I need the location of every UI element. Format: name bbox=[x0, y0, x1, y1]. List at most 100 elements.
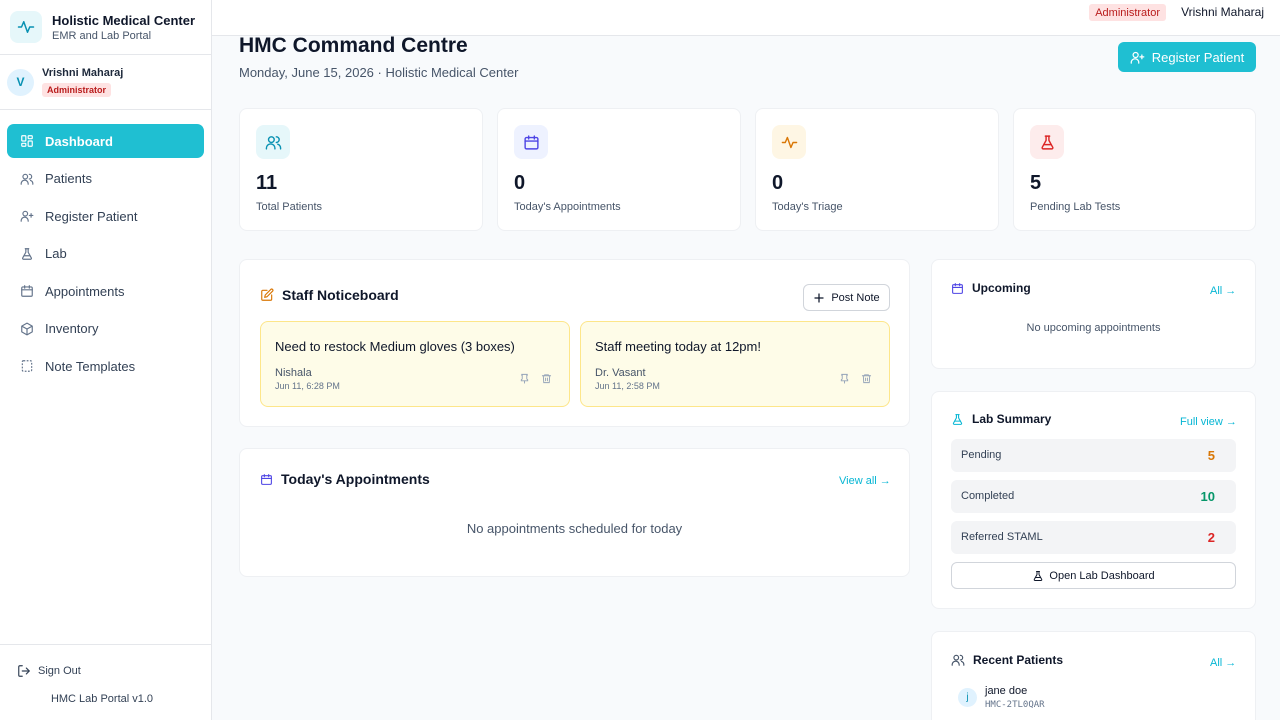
flask-icon bbox=[952, 413, 963, 425]
note-text: Need to restock Medium gloves (3 boxes) bbox=[275, 339, 515, 354]
version-text: HMC Lab Portal v1.0 bbox=[50, 693, 154, 705]
stat-value: 0 bbox=[772, 172, 784, 194]
top-role-badge: Administrator bbox=[1089, 4, 1166, 21]
register-patient-label: Register Patient bbox=[1151, 49, 1245, 65]
users-icon bbox=[951, 654, 965, 666]
sidebar-item-lab[interactable]: Lab bbox=[7, 237, 204, 271]
sign-out-icon bbox=[18, 665, 30, 677]
patient-avatar: j bbox=[958, 688, 977, 707]
pin-icon[interactable] bbox=[519, 373, 530, 384]
sidebar: Holistic Medical Center EMR and Lab Port… bbox=[0, 0, 212, 720]
stat-card-pending-lab-tests[interactable]: 5 Pending Lab Tests bbox=[1013, 108, 1256, 231]
sidebar-item-label: Appointments bbox=[45, 283, 125, 299]
stat-card-todays-triage[interactable]: 0 Today's Triage bbox=[755, 108, 999, 231]
user-card: V Vrishni Maharaj Administrator bbox=[0, 55, 211, 110]
lab-row-completed: Completed 10 bbox=[951, 480, 1236, 513]
flask-icon bbox=[22, 247, 32, 260]
user-plus-icon bbox=[1130, 51, 1145, 64]
lab-row-label: Pending bbox=[961, 449, 1002, 461]
patient-id: HMC-2TL0QAR bbox=[985, 700, 1045, 710]
sign-out-label: Sign Out bbox=[38, 665, 81, 677]
recent-patients-header: Recent Patients bbox=[951, 653, 1063, 667]
post-note-label: Post Note bbox=[831, 291, 880, 304]
open-lab-dashboard-label: Open Lab Dashboard bbox=[1049, 569, 1155, 582]
top-user-name[interactable]: Vrishni Maharaj bbox=[1181, 5, 1264, 19]
note-date: Jun 11, 6:28 PM bbox=[275, 381, 340, 391]
sidebar-item-label: Dashboard bbox=[45, 133, 113, 149]
trash-icon[interactable] bbox=[541, 373, 552, 384]
sidebar-item-patients[interactable]: Patients bbox=[7, 162, 204, 196]
sidebar-item-label: Patients bbox=[45, 171, 92, 186]
sidebar-item-register-patient[interactable]: Register Patient bbox=[7, 199, 204, 233]
calendar-icon bbox=[261, 473, 272, 485]
post-note-button[interactable]: Post Note bbox=[803, 284, 890, 311]
appointments-empty-text: No appointments scheduled for today bbox=[466, 521, 683, 536]
sidebar-item-inventory[interactable]: Inventory bbox=[7, 312, 204, 346]
note-card: Staff meeting today at 12pm! Dr. Vasant … bbox=[580, 321, 890, 407]
calendar-icon bbox=[21, 285, 33, 297]
recent-patients-title: Recent Patients bbox=[973, 653, 1064, 667]
sidebar-item-appointments[interactable]: Appointments bbox=[7, 274, 204, 308]
stat-card-total-patients[interactable]: 11 Total Patients bbox=[239, 108, 483, 231]
lab-row-label: Completed bbox=[961, 490, 1015, 502]
open-lab-dashboard-button[interactable]: Open Lab Dashboard bbox=[951, 562, 1236, 589]
note-date: Jun 11, 2:58 PM bbox=[595, 381, 660, 391]
brand-title: Holistic Medical Center bbox=[52, 12, 196, 28]
sidebar-footer: Sign Out HMC Lab Portal v1.0 bbox=[0, 644, 211, 720]
lab-full-view-link[interactable]: Full view → bbox=[1180, 416, 1237, 428]
flask-icon bbox=[1030, 125, 1064, 159]
view-all-appointments-link[interactable]: View all → bbox=[839, 475, 891, 487]
lab-row-value: 10 bbox=[1200, 489, 1215, 504]
note-text: Staff meeting today at 12pm! bbox=[595, 339, 761, 354]
pin-icon[interactable] bbox=[839, 373, 850, 384]
sidebar-nav: Dashboard Patients Register Patient Lab … bbox=[0, 110, 211, 383]
top-bar: Administrator Vrishni Maharaj bbox=[212, 0, 1280, 36]
note-edit-icon bbox=[261, 288, 274, 301]
stat-label: Today's Appointments bbox=[514, 201, 621, 213]
role-badge: Administrator bbox=[42, 82, 112, 97]
lab-summary-header: Lab Summary bbox=[951, 412, 1051, 426]
calendar-icon bbox=[952, 282, 963, 294]
stat-value: 0 bbox=[514, 172, 526, 194]
calendar-icon bbox=[514, 125, 548, 159]
user-name: Vrishni Maharaj bbox=[42, 66, 124, 79]
trash-icon[interactable] bbox=[861, 373, 872, 384]
sidebar-item-label: Inventory bbox=[45, 321, 99, 336]
upcoming-all-link[interactable]: All → bbox=[1210, 285, 1236, 297]
sidebar-item-label: Note Templates bbox=[45, 358, 136, 374]
page-title: HMC Command Centre bbox=[239, 34, 468, 57]
upcoming-card bbox=[931, 259, 1256, 369]
stat-value: 11 bbox=[256, 172, 278, 194]
todays-appointments-title: Today's Appointments bbox=[281, 471, 430, 487]
sidebar-item-dashboard[interactable]: Dashboard bbox=[7, 124, 204, 158]
users-icon bbox=[20, 173, 34, 185]
sidebar-item-label: Lab bbox=[45, 246, 67, 261]
users-icon bbox=[256, 125, 290, 159]
avatar: V bbox=[7, 68, 34, 96]
user-plus-icon bbox=[20, 210, 34, 222]
note-card: Need to restock Medium gloves (3 boxes) … bbox=[260, 321, 570, 407]
lab-row-referred: Referred STAML 2 bbox=[951, 521, 1236, 554]
upcoming-header: Upcoming bbox=[951, 281, 1031, 295]
lab-summary-title: Lab Summary bbox=[972, 412, 1052, 426]
activity-icon bbox=[772, 125, 806, 159]
plus-icon bbox=[814, 292, 824, 303]
brand-subtitle: EMR and Lab Portal bbox=[52, 29, 152, 42]
stat-label: Total Patients bbox=[256, 201, 323, 213]
sign-out-button[interactable]: Sign Out bbox=[17, 664, 81, 678]
note-author: Dr. Vasant bbox=[595, 367, 646, 379]
flask-icon bbox=[1034, 570, 1043, 581]
register-patient-button[interactable]: Register Patient bbox=[1118, 42, 1256, 72]
patient-name[interactable]: jane doe bbox=[985, 685, 1027, 697]
page-subtitle: Monday, June 15, 2026 · Holistic Medical… bbox=[239, 65, 519, 80]
template-icon bbox=[21, 360, 33, 372]
pulse-logo-icon bbox=[10, 11, 42, 43]
grid-icon bbox=[21, 135, 33, 147]
stat-card-todays-appointments[interactable]: 0 Today's Appointments bbox=[497, 108, 741, 231]
noticeboard-title: Staff Noticeboard bbox=[282, 287, 399, 303]
recent-patients-all-link[interactable]: All → bbox=[1210, 657, 1236, 669]
sidebar-item-note-templates[interactable]: Note Templates bbox=[7, 349, 204, 383]
brand: Holistic Medical Center EMR and Lab Port… bbox=[0, 0, 211, 55]
upcoming-title: Upcoming bbox=[972, 281, 1031, 295]
recent-patients-card bbox=[931, 631, 1256, 720]
